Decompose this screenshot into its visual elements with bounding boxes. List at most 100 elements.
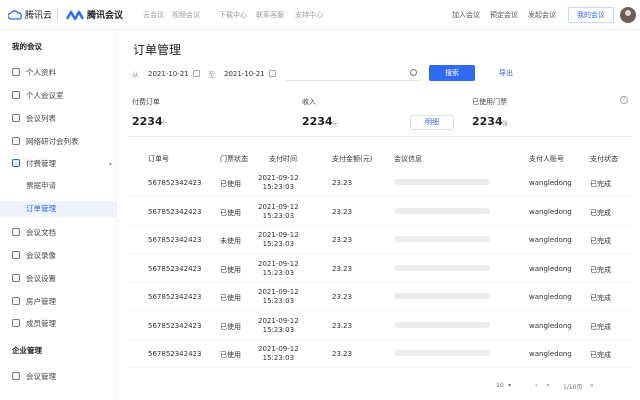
sidebar: 我的会议 个人资料 个人会议室 会议列表 网络研讨会列表 付费管理 ▴ 票据申请… [0, 31, 117, 400]
join-meeting-link[interactable]: 加入会议 [452, 10, 480, 20]
table-row[interactable]: 567852342423 已使用 23.23 wangledong 已完成 2021-09… [128, 340, 632, 368]
sidebar-item-recordings[interactable]: 会议录像 [12, 247, 112, 263]
used-tickets-label: 已使用门票 [472, 98, 507, 106]
pay-time-text: 15:23:03 [262, 354, 295, 362]
page-title: 订单管理 [133, 43, 182, 57]
video-icon [12, 251, 20, 259]
sidebar-item-label: 会议设置 [26, 273, 56, 283]
start-meeting-link[interactable]: 发起会议 [528, 10, 556, 20]
amount-cell: 23.23 [332, 236, 353, 244]
logo-divider [57, 9, 58, 21]
first-page-icon[interactable]: « [546, 382, 550, 389]
calendar-icon[interactable] [193, 70, 200, 77]
sidebar-item-label: 会议录像 [26, 250, 56, 260]
order-number-cell: 567852342423 [148, 179, 202, 187]
from-date-input[interactable]: 2021-10-21 [148, 70, 189, 78]
nav-cloud-meeting[interactable]: 云会议 [143, 10, 164, 20]
prev-page-icon[interactable]: ‹ [535, 382, 537, 389]
pay-date-text: 2021-09-12 [258, 202, 299, 211]
pay-date-text: 2021-09-12 [258, 231, 299, 239]
pay-time-text: 15:23:03 [262, 211, 295, 220]
sidebar-item-profile[interactable]: 个人资料 [12, 64, 112, 80]
ticket-status-cell: 未使用 [220, 237, 241, 245]
payer-account-cell: wangledong [529, 321, 572, 330]
income-detail-button[interactable]: 明细 [410, 115, 454, 130]
nav-support-center[interactable]: 支持中心 [295, 10, 323, 20]
sidebar-item-personal-room[interactable]: 个人会议室 [12, 87, 112, 103]
schedule-meeting-link[interactable]: 预定会议 [490, 10, 518, 20]
pay-status-cell: 已完成 [590, 237, 611, 245]
pay-status-cell: 已完成 [590, 351, 611, 359]
to-date-input[interactable]: 2021-10-21 [224, 70, 265, 78]
used-tickets-unit: 张 [502, 121, 509, 128]
sidebar-subitem-invoice-request[interactable]: 票据申请 [0, 178, 116, 194]
pay-date-text: 2021-09-12 [258, 345, 299, 353]
current-page-indicator: 1/10页 [563, 384, 583, 391]
sidebar-item-label: 网络研讨会列表 [26, 136, 79, 146]
nav-video-meeting[interactable]: 视频会议 [172, 10, 200, 20]
sidebar-item-meeting-docs[interactable]: 会议文档 [12, 224, 112, 240]
page-size-select[interactable]: 10 [496, 382, 504, 389]
sidebar-item-room-management[interactable]: 房户管理 [12, 293, 112, 309]
payer-account-cell: wangledong [529, 350, 572, 358]
calendar-icon[interactable] [269, 70, 276, 77]
admin-icon [12, 372, 20, 380]
my-meetings-button[interactable]: 我的会议 [568, 7, 614, 23]
nav-download-center[interactable]: 下载中心 [219, 10, 247, 20]
amount-cell: 23.23 [332, 293, 353, 301]
tencent-cloud-logo[interactable]: 腾讯云 [8, 8, 52, 21]
sidebar-item-label: 付费管理 [26, 158, 56, 168]
tencent-meeting-logo[interactable]: 腾讯会议 [66, 8, 123, 21]
chevron-down-icon[interactable]: ▾ [508, 382, 511, 389]
pay-date-text: 2021-09-12 [258, 316, 299, 325]
table-row[interactable]: 567852342423 已使用 23.23 wangledong 已完成 2021-09… [128, 312, 632, 340]
pay-time-cell: 2021-09-12 15:23:03 [258, 231, 299, 249]
sidebar-subitem-order-management[interactable]: 订单管理 [0, 201, 116, 217]
amount-cell: 23.23 [332, 350, 353, 358]
table-row[interactable]: 567852342423 已使用 23.23 wangledong 已完成 2021-09… [128, 198, 632, 226]
amount-cell: 23.23 [332, 321, 353, 330]
sidebar-item-label: 成员管理 [26, 318, 56, 328]
nav-contact-support[interactable]: 联系客服 [256, 10, 284, 20]
sidebar-item-member-management[interactable]: 成员管理 [12, 315, 112, 331]
pay-time-cell: 2021-09-12 15:23:03 [258, 317, 299, 335]
sidebar-item-meeting-list[interactable]: 会议列表 [12, 110, 112, 126]
order-number-cell: 567852342423 [148, 350, 202, 358]
stats-panel: 付费订单 2234 个 收入 2234 元 明细 已使用门票 2234 张 ? [128, 89, 632, 137]
next-page-icon[interactable]: » [590, 382, 594, 389]
search-input[interactable] [286, 65, 421, 81]
search-button[interactable]: 搜索 [429, 65, 475, 81]
order-number-cell: 567852342423 [148, 207, 202, 216]
table-row[interactable]: 567852342423 已使用 23.23 wangledong 已完成 2021-09… [128, 283, 632, 311]
meeting-info-redacted [394, 264, 490, 271]
sidebar-item-webinar-list[interactable]: 网络研讨会列表 [12, 133, 112, 149]
sidebar-item-payment-management[interactable]: 付费管理 ▴ [12, 155, 112, 171]
amount-cell: 23.23 [332, 179, 353, 187]
room-icon [12, 91, 20, 99]
income-unit: 元 [332, 121, 339, 128]
export-button[interactable]: 导出 [491, 65, 521, 81]
table-row[interactable]: 567852342423 未使用 23.23 wangledong 已完成 2021-09… [128, 226, 632, 254]
column-header-amount: 支付金额(元) [332, 155, 373, 163]
ticket-status-cell: 已使用 [220, 265, 241, 274]
table-row[interactable]: 567852342423 已使用 23.23 wangledong 已完成 2021-09… [128, 255, 632, 283]
pay-date-text: 2021-09-12 [258, 174, 299, 182]
cloud-logo-text: 腾讯云 [25, 11, 53, 21]
to-label: 至 [208, 71, 215, 79]
help-icon[interactable]: ? [620, 96, 628, 104]
sidebar-item-meeting-settings[interactable]: 会议设置 [12, 270, 112, 286]
main-content: 订单管理 从 2021-10-21 至 2021-10-21 搜索 导出 付费订… [118, 31, 640, 400]
search-icon[interactable] [410, 69, 417, 76]
pay-status-cell: 已完成 [590, 265, 611, 274]
table-row[interactable]: 567852342423 已使用 23.23 wangledong 已完成 2021-09… [128, 169, 632, 197]
pay-time-text: 15:23:03 [262, 325, 295, 334]
column-header-ticket-status: 门票状态 [220, 155, 248, 163]
sidebar-item-label: 个人资料 [26, 67, 56, 77]
user-avatar[interactable] [620, 7, 636, 23]
ticket-status-cell: 已使用 [220, 208, 241, 217]
pay-time-cell: 2021-09-12 15:23:03 [258, 174, 299, 192]
pay-status-cell: 已完成 [590, 294, 611, 302]
payer-account-cell: wangledong [529, 293, 572, 301]
sidebar-item-meeting-admin[interactable]: 会议管理 [12, 368, 112, 384]
sidebar-section-enterprise: 企业管理 [12, 346, 42, 355]
